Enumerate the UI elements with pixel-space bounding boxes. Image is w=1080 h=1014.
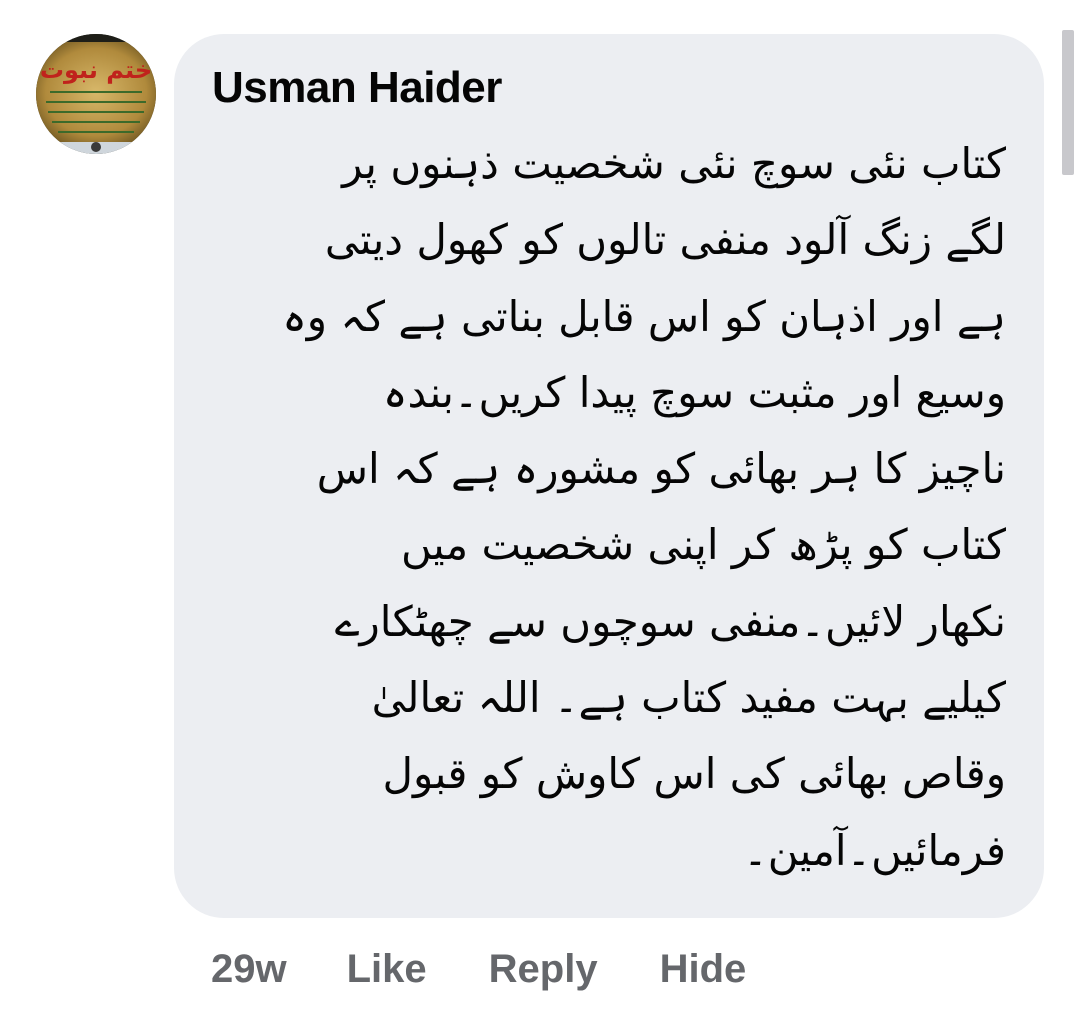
comment-text: کتاب نئی سوچ نئی شخصیت ذہنوں پر لگے زنگ … [210, 126, 1006, 889]
comment-author-name[interactable]: Usman Haider [212, 60, 502, 116]
avatar-title-text: ختم نبوت [40, 56, 152, 84]
comment-text-line: وقاص بھائی کی اس کاوش کو قبول [382, 749, 1006, 799]
comment-text-line: کتاب کو پڑھ کر اپنی شخصیت میں [401, 520, 1006, 570]
like-button[interactable]: Like [347, 938, 427, 1000]
comment-text-line: وسیع اور مثبت سوچ پیدا کریں۔بندہ [382, 367, 1006, 417]
comment-timestamp[interactable]: 29w [211, 938, 287, 1000]
comment-actions: 29w Like Reply Hide [211, 938, 808, 1000]
comment-text-line: فرمائیں۔آمین۔ [743, 825, 1006, 875]
avatar[interactable]: ختم نبوت [36, 34, 156, 154]
comment-text-line: ناچیز کا ہر بھائی کو مشورہ ہے کہ اس [316, 444, 1006, 494]
comment-text-line: نکھار لائیں۔منفی سوچوں سے چھٹکارے [334, 596, 1006, 646]
reply-button[interactable]: Reply [489, 938, 598, 1000]
scrollbar[interactable] [1062, 30, 1074, 175]
comment-text-line: کیلیے بہت مفید کتاب ہے۔ اللہ تعالیٰ [371, 673, 1006, 723]
khatm-e-nabuwat-badge-icon: ختم نبوت [36, 34, 156, 154]
comment-bubble: Usman Haider کتاب نئی سوچ نئی شخصیت ذہنو… [174, 34, 1044, 918]
comment-text-line: ہے اور اذہان کو اس قابل بناتی ہے کہ وہ [282, 291, 1006, 341]
comment-text-line: لگے زنگ آلود منفی تالوں کو کھول دیتی [324, 215, 1006, 265]
comment-view: ختم نبوت Usman Haider کتاب نئی سوچ نئی ش… [0, 0, 1080, 1014]
comment-text-line: کتاب نئی سوچ نئی شخصیت ذہنوں پر [342, 139, 1006, 188]
hide-button[interactable]: Hide [660, 938, 747, 1000]
